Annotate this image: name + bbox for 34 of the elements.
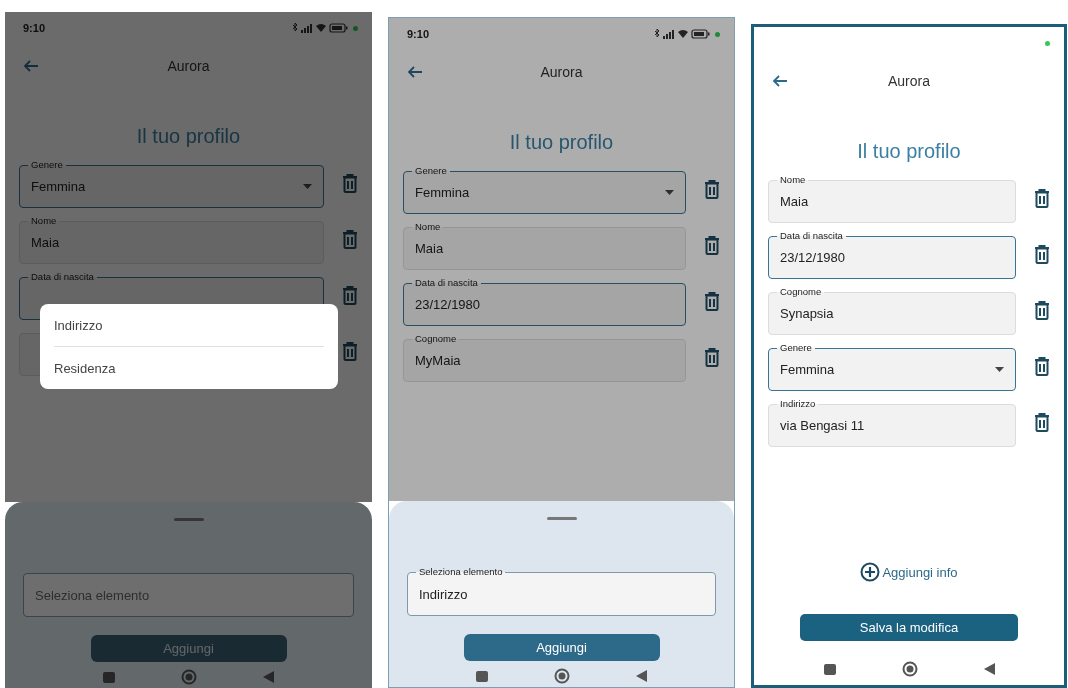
field-value: via Bengasi 11	[780, 418, 865, 433]
screen-title: Aurora	[167, 58, 210, 74]
field-placeholder: Seleziona elemento	[35, 587, 150, 603]
screen-title: Aurora	[540, 64, 583, 80]
field-label: Genere	[28, 159, 66, 170]
field-value: 23/12/1980	[415, 297, 481, 312]
screen-title: Aurora	[888, 73, 930, 89]
page-heading: Il tuo profilo	[856, 139, 962, 163]
field-label: Cognome	[412, 333, 460, 344]
field-value: Femmina	[31, 179, 86, 194]
field-label: Data di nascita	[412, 277, 481, 288]
field-value: Indirizzo	[419, 586, 468, 602]
field-value: Maia	[415, 241, 444, 256]
field-value: Femmina	[415, 185, 470, 200]
field-value: 23/12/1980	[780, 250, 846, 265]
field-label: Data di nascita	[28, 271, 97, 282]
field-label: Seleziona elemento	[416, 566, 506, 577]
page-heading: Il tuo profilo	[135, 124, 242, 148]
field-label: Data di nascita	[777, 230, 846, 241]
status-time: 9:10	[23, 22, 46, 34]
field-label: Genere	[777, 342, 815, 353]
field-value: Femmina	[780, 362, 835, 377]
field-label: Nome	[777, 174, 809, 185]
field-label: Nome	[412, 221, 444, 232]
field-value: Synapsia	[780, 306, 834, 321]
field-label: Indirizzo	[777, 398, 819, 409]
field-value: Maia	[780, 194, 809, 209]
field-value: MyMaia	[415, 353, 461, 368]
field-label: Genere	[412, 165, 450, 176]
field-value: Maia	[31, 235, 60, 250]
status-time: 9:10	[407, 28, 430, 40]
field-label: Nome	[28, 215, 60, 226]
field-label: Cognome	[777, 286, 825, 297]
page-heading: Il tuo profilo	[508, 130, 615, 154]
